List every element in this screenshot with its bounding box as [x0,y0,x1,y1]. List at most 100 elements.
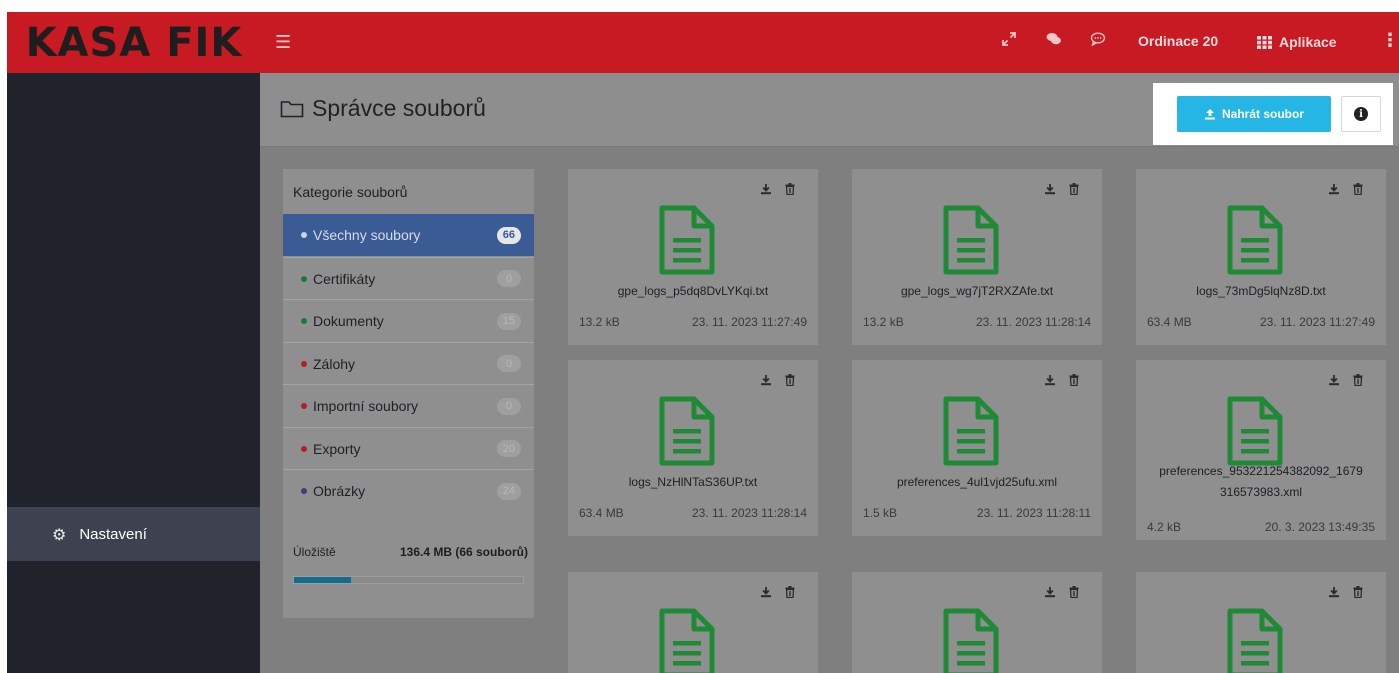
category-item[interactable]: Importní soubory 0 [283,384,534,427]
file-card-actions [1044,374,1080,386]
download-icon[interactable] [760,374,772,386]
category-count-badge: 66 [496,226,521,244]
download-icon[interactable] [1328,374,1340,386]
file-card[interactable]: gpe_logs_wg7jT2RXZAfe.txt 13.2 kB 23. 11. … [852,169,1102,345]
delete-icon[interactable] [1352,586,1364,598]
file-card[interactable]: preferences_953221254382092_1679 31657398… [1136,360,1386,540]
download-icon[interactable] [760,183,772,195]
file-size: 4.2 kB [1147,520,1182,534]
download-icon[interactable] [1044,586,1056,598]
category-dot [301,488,307,494]
category-label: Dokumenty [313,313,384,329]
category-label: Exporty [313,440,361,457]
file-date: 23. 11. 2023 11:27:49 [692,315,807,329]
storage-label: Úložiště [293,545,336,559]
download-icon[interactable] [1328,183,1340,195]
category-item[interactable]: Certifikáty 0 [283,256,534,300]
file-date: 23. 11. 2023 11:27:49 [1260,315,1375,329]
info-button[interactable]: i [1341,96,1381,132]
category-label: Importní soubory [313,398,419,414]
sidebar: ⚙ Nastavení [7,73,260,673]
storage-progress-fill [294,577,352,583]
category-count-badge: 0 [497,397,521,415]
category-item[interactable]: Obrázky 24 [283,469,534,512]
file-card[interactable]: logs_73mDg5lqNz8D.txt 63.4 MB 23. 11. 2023… [1136,169,1386,345]
chat-bubble-icon[interactable] [1090,32,1106,46]
file-card[interactable]: logs_NzHlNTaS36UP.txt 63.4 MB 23. 11. 2023… [568,360,818,536]
category-dot [301,275,307,282]
upload-button-label: Nahrát soubor [1221,107,1304,121]
file-name[interactable]: logs_73mDg5lqNz8D.txt [1136,281,1386,302]
file-card-actions [1328,374,1364,386]
info-icon: i [1354,107,1368,121]
kebab-icon[interactable]: ⋮ [1381,30,1399,51]
category-dot [301,318,307,324]
delete-icon[interactable] [1352,374,1364,386]
download-icon[interactable] [1328,586,1340,598]
ordinace-selector[interactable]: Ordinace 20 [1138,33,1218,49]
grid-icon [1257,35,1272,49]
file-name[interactable]: logs_NzHlNTaS36UP.txt [568,472,818,493]
file-name[interactable]: gpe_logs_p5dq8DvLYKqi.txt [568,281,818,302]
download-icon[interactable] [760,586,772,598]
file-document-icon [943,205,999,275]
file-card-actions [1044,183,1080,195]
category-item[interactable]: Dokumenty 15 [283,299,534,342]
page-title-text: Správce souborů [312,95,486,121]
window-frame-left [0,12,7,673]
file-size: 13.2 kB [579,315,620,329]
app-logo[interactable]: KASA FIK [8,12,260,73]
hamburger-icon[interactable]: ☰ [275,34,291,52]
category-item[interactable]: Všechny soubory 66 [283,214,534,256]
category-count-badge: 0 [497,270,521,287]
upload-icon [1204,109,1215,120]
file-card[interactable] [852,572,1102,673]
file-document-icon [659,396,715,466]
file-document-icon [1227,205,1283,275]
file-name[interactable]: preferences_4ul1vjd25ufu.xml [852,472,1102,493]
file-name[interactable]: preferences_953221254382092_1679 31657398… [1136,461,1386,503]
file-name-line: 316573983.xml [1219,485,1303,499]
file-document-icon [943,608,999,673]
comments-icon[interactable] [1046,32,1062,46]
category-dot [301,445,307,452]
delete-icon[interactable] [784,374,796,386]
delete-icon[interactable] [784,586,796,598]
gear-icon: ⚙ [52,524,67,544]
category-dot [301,360,307,367]
category-label: Certifikáty [313,270,376,287]
file-name[interactable]: gpe_logs_wg7jT2RXZAfe.txt [852,281,1102,302]
category-item[interactable]: Exporty 20 [283,426,534,470]
apps-menu[interactable]: Aplikace [1257,34,1337,50]
download-icon[interactable] [1044,183,1056,195]
delete-icon[interactable] [1352,183,1364,195]
file-document-icon [659,608,715,673]
upload-file-button[interactable]: Nahrát soubor [1177,96,1331,132]
file-document-icon [1227,608,1283,673]
file-date: 23. 11. 2023 11:28:11 [976,506,1091,520]
file-card-actions [1044,586,1080,598]
download-icon[interactable] [1044,374,1056,386]
category-panel-title: Kategorie souborů [293,184,408,200]
file-card-actions [760,374,796,386]
file-card[interactable]: gpe_logs_p5dq8DvLYKqi.txt 13.2 kB 23. 11. … [568,169,818,345]
category-item[interactable]: Zálohy 0 [283,341,534,385]
apps-label: Aplikace [1279,34,1337,50]
file-size: 1.5 kB [863,506,898,520]
file-card[interactable] [1136,572,1386,673]
delete-icon[interactable] [1068,586,1080,598]
category-count-badge: 15 [496,312,521,330]
delete-icon[interactable] [784,183,796,195]
category-count-badge: 20 [496,440,521,457]
delete-icon[interactable] [1068,183,1080,195]
category-dot [301,232,307,238]
delete-icon[interactable] [1068,374,1080,386]
sidebar-item-settings[interactable]: ⚙ Nastavení [7,507,260,561]
storage-value: 136.4 MB (66 souborů) [399,545,528,559]
file-size: 63.4 MB [1147,315,1192,329]
file-card[interactable] [568,572,818,673]
file-card-actions [760,183,796,195]
file-card[interactable]: preferences_4ul1vjd25ufu.xml 1.5 kB 23. 11… [852,360,1102,536]
file-card-actions [1328,183,1364,195]
expand-icon[interactable] [1002,32,1016,46]
